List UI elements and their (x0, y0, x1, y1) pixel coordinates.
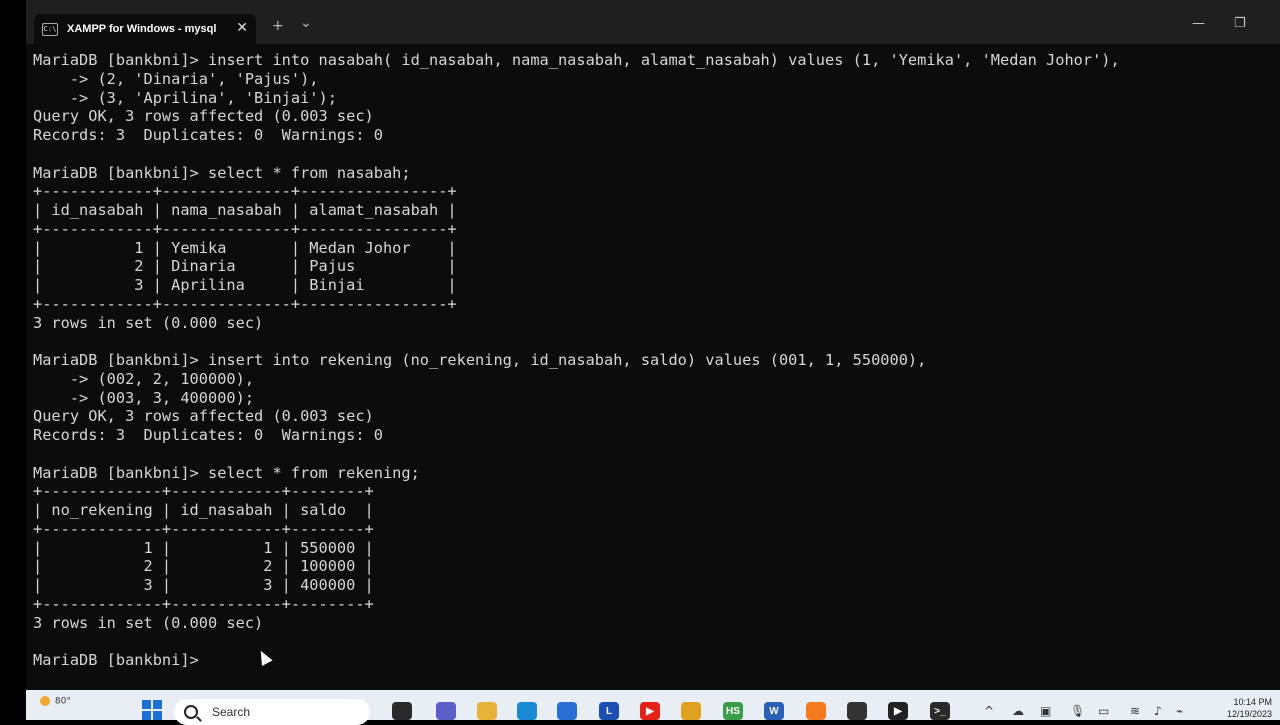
battery-charging-icon[interactable]: ⌁ (1176, 704, 1183, 718)
terminal-line: Query OK, 3 rows affected (0.003 sec) (33, 107, 374, 126)
taskbar-search[interactable]: Search (174, 699, 370, 725)
microphone-icon[interactable]: 🎙 (1070, 704, 1085, 718)
search-icon (184, 705, 198, 719)
xampp-icon[interactable] (806, 702, 826, 720)
terminal-line: 3 rows in set (0.000 sec) (33, 313, 264, 332)
new-tab-button[interactable]: + (272, 18, 284, 34)
terminal-line: Records: 3 Duplicates: 0 Warnings: 0 (33, 126, 383, 144)
terminal-line: | 1 | 1 | 550000 | (33, 538, 374, 557)
close-tab-icon[interactable]: ✕ (236, 20, 248, 36)
search-label: Search (212, 705, 251, 719)
terminal-line: MariaDB [bankbni]> insert into rekening … (33, 351, 927, 369)
start-button[interactable] (142, 700, 162, 720)
terminal-line: MariaDB [bankbni]> select * from rekenin… (33, 463, 420, 482)
clock-time: 10:14 PM (1233, 697, 1272, 707)
terminal-line: | 3 | 3 | 400000 | (33, 576, 374, 594)
terminal-line: | id_nasabah | nama_nasabah | alamat_nas… (33, 201, 457, 219)
clock-date: 12/19/2023 (1226, 709, 1272, 719)
terminal-line: MariaDB [bankbni]> (33, 651, 208, 669)
chevron-up-icon[interactable]: ^ (984, 704, 994, 718)
file-explorer-icon[interactable] (477, 702, 497, 720)
terminal-line: MariaDB [bankbni]> select * from nasabah… (33, 163, 411, 182)
taskbar: 80° Search L ▶ HS W ▶ >_ ^ ☁ ▣ 🎙 ▭ ≋ ♪ ⌁ 10:14 PM 12… (26, 690, 1280, 725)
terminal-line: +------------+--------------+-----------… (33, 219, 457, 238)
terminal-line: -> (2, 'Dinaria', 'Pajus'), (33, 69, 319, 88)
davinci-icon[interactable] (847, 702, 867, 720)
terminal-line: | 2 | Dinaria | Pajus | (33, 257, 457, 276)
media-player-icon[interactable]: ▶ (888, 702, 908, 720)
word-icon[interactable]: W (764, 702, 784, 720)
minimize-button[interactable]: — (1192, 16, 1205, 31)
weather-widget[interactable]: 80° (40, 696, 71, 707)
terminal-line: +-------------+------------+--------+ (33, 482, 374, 501)
terminal-line: | 2 | 2 | 100000 | (33, 557, 374, 576)
terminal-line: +-------------+------------+--------+ (33, 594, 374, 613)
terminal-icon: C:\ (42, 22, 58, 36)
terminal-line: +-------------+------------+--------+ (33, 519, 374, 538)
taskview-icon[interactable] (392, 702, 412, 720)
teams-icon[interactable] (436, 702, 456, 720)
terminal-line: | 3 | Aprilina | Binjai | (33, 276, 457, 294)
l-app-icon[interactable]: L (599, 702, 619, 720)
terminal-app-icon[interactable]: >_ (930, 702, 950, 720)
tab-dropdown-icon[interactable]: ⌄ (300, 15, 312, 31)
weather-temp: 80° (54, 696, 71, 707)
onedrive-icon[interactable]: ☁ (1012, 704, 1024, 718)
terminal-line: MariaDB [bankbni]> insert into nasabah( … (33, 51, 1120, 69)
volume-icon[interactable]: ♪ (1154, 704, 1162, 718)
store-icon[interactable] (557, 702, 577, 720)
title-bar: C:\ XAMPP for Windows - mysql ✕ + ⌄ — ❐ (26, 0, 1280, 44)
terminal-line: | 1 | Yemika | Medan Johor | (33, 238, 457, 257)
terminal-line: Records: 3 Duplicates: 0 Warnings: 0 (33, 426, 383, 444)
terminal-line: | no_rekening | id_nasabah | saldo | (33, 501, 374, 519)
terminal-line: -> (002, 2, 100000), (33, 369, 255, 388)
terminal-tab[interactable]: C:\ XAMPP for Windows - mysql ✕ (34, 14, 256, 44)
youtube-icon[interactable]: ▶ (640, 702, 660, 720)
terminal-line: -> (003, 3, 400000); (33, 388, 255, 407)
chrome-icon[interactable] (681, 702, 701, 720)
terminal-window: C:\ XAMPP for Windows - mysql ✕ + ⌄ — ❐ … (26, 0, 1280, 720)
edge-icon[interactable] (517, 702, 537, 720)
tray-app-icon[interactable]: ▣ (1040, 704, 1051, 718)
terminal-line: +------------+--------------+-----------… (33, 182, 457, 201)
terminal-line: +------------+--------------+-----------… (33, 294, 457, 313)
terminal-line: -> (3, 'Aprilina', 'Binjai'); (33, 88, 337, 107)
terminal-output[interactable]: MariaDB [bankbni]> insert into nasabah( … (33, 51, 1120, 670)
wifi-icon[interactable]: ≋ (1130, 704, 1140, 718)
maximize-button[interactable]: ❐ (1234, 16, 1246, 31)
terminal-line: Query OK, 3 rows affected (0.003 sec) (33, 407, 374, 426)
tab-title: XAMPP for Windows - mysql (67, 23, 217, 35)
weather-icon (40, 696, 50, 706)
terminal-line: 3 rows in set (0.000 sec) (33, 613, 264, 632)
battery-icon[interactable]: ▭ (1098, 704, 1109, 718)
clock[interactable]: 10:14 PM 12/19/2023 (1227, 696, 1272, 720)
hs-app-icon[interactable]: HS (723, 702, 743, 720)
